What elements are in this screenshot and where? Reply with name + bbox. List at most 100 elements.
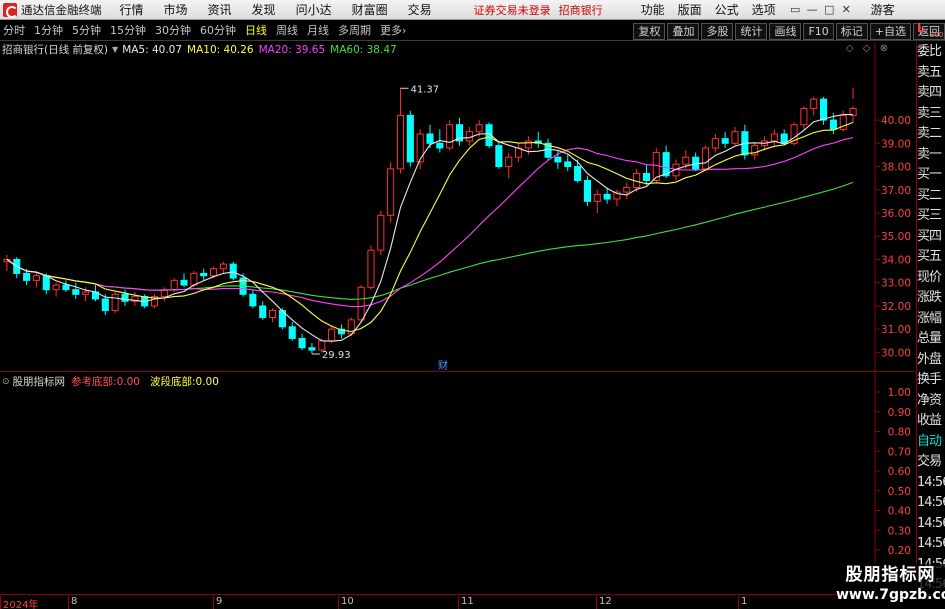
side-item: 涨跌 <box>917 290 942 305</box>
level-badge[interactable]: L 300 <box>917 21 945 41</box>
candle-body-down <box>121 293 129 302</box>
diamond-icon[interactable]: ◇ <box>863 43 871 54</box>
chevron-down-icon[interactable]: ▼ <box>112 45 118 54</box>
indicator-name: 股朋指标网 <box>12 376 66 388</box>
candle-body-down <box>721 138 729 144</box>
candle-body-down <box>200 272 208 277</box>
minimize-icon[interactable]: — <box>806 3 819 16</box>
menu-ask[interactable]: 问小达 <box>296 1 332 18</box>
side-item[interactable]: 自动 <box>917 432 945 453</box>
candle-body-up <box>32 275 40 281</box>
candle-body-down <box>259 305 267 319</box>
close-icon[interactable]: ✕ <box>840 3 853 16</box>
broker-link[interactable]: 招商银行 <box>559 2 603 18</box>
candle-body-down <box>662 152 670 177</box>
f10-button[interactable]: F10 <box>803 22 834 40</box>
price-tick-label: 37.00 <box>881 185 911 197</box>
guest-user[interactable]: 游客 <box>871 1 895 18</box>
menu-news[interactable]: 资讯 <box>208 1 232 18</box>
side-item: 买三 <box>917 208 942 223</box>
side-item[interactable]: 交易 <box>917 452 945 473</box>
period-1min[interactable]: 1分钟 <box>31 23 66 39</box>
indicator-chart[interactable]: 1.00 0.90 0.80 0.70 0.60 0.50 0.40 0.30 0.20 <box>0 372 915 594</box>
period-60min[interactable]: 60分钟 <box>197 23 239 39</box>
period-monthly[interactable]: 月线 <box>304 23 332 39</box>
ma20-label: MA20: 39.65 <box>258 43 326 56</box>
multi-stock-button[interactable]: 多股 <box>701 22 734 40</box>
panel-controls: ◇ ◇ ⊗ <box>840 43 888 54</box>
ma5-label: MA5: 40.07 <box>122 43 183 56</box>
side-item: 卖三 <box>917 105 942 121</box>
chevron-right-icon: › <box>402 23 407 37</box>
menu-market[interactable]: 市场 <box>164 1 188 18</box>
candle-body-up <box>52 284 60 291</box>
period-intraday[interactable]: 分时 <box>0 23 28 39</box>
side-item: 换手 <box>917 372 942 387</box>
menu-options[interactable]: 选项 <box>752 1 776 18</box>
side-item: 净资 <box>917 392 942 408</box>
quote-side-panel: 委比 卖五 卖四 卖三 卖二 卖一 买一 买二 买三 买四 买五 现价 涨跌 涨幅 总量 外盘 换手 净资 收益 自动… <box>916 42 945 594</box>
add-watchlist-button[interactable]: +自选 <box>869 22 911 40</box>
candle-body-up <box>623 186 631 193</box>
candle-body-up <box>209 268 218 277</box>
indicator-tick-label: 0.30 <box>888 525 911 537</box>
menu-wealth[interactable]: 财富圈 <box>352 1 388 18</box>
wave-bottom-value: 0.00 <box>195 375 219 388</box>
candle-body-up <box>111 293 119 312</box>
period-daily[interactable]: 日线 <box>242 23 270 39</box>
candle-body-up <box>770 133 778 142</box>
period-weekly[interactable]: 周线 <box>273 23 301 39</box>
side-item: 14:56 <box>917 474 945 490</box>
candle-body-down <box>62 284 70 291</box>
kline-panel[interactable]: 40.00 39.00 38.00 37.00 36.00 35.00 34.00 33.00… <box>0 42 915 372</box>
menu-function[interactable]: 功能 <box>641 1 665 18</box>
candle-body-up <box>475 124 483 133</box>
period-multi[interactable]: 多周期 <box>335 23 374 39</box>
candle-body-up <box>800 107 808 126</box>
mark-button[interactable]: 标记 <box>835 22 868 40</box>
stats-button[interactable]: 统计 <box>735 22 768 40</box>
adjust-button[interactable]: 复权 <box>633 22 666 40</box>
menu-discover[interactable]: 发现 <box>252 1 276 18</box>
period-5min[interactable]: 5分钟 <box>69 23 104 39</box>
candle-body-up <box>190 272 198 286</box>
indicator-panel[interactable]: 1.00 0.90 0.80 0.70 0.60 0.50 0.40 0.30 0.20 ⊙ 股… <box>0 372 915 594</box>
close-circle-icon[interactable]: ⊗ <box>880 43 888 54</box>
menu-formula[interactable]: 公式 <box>715 1 739 18</box>
diamond-icon[interactable]: ◇ <box>846 43 854 54</box>
period-15min[interactable]: 15分钟 <box>107 23 149 39</box>
finance-event-marker[interactable]: 财 <box>438 359 448 372</box>
candle-body-down <box>406 114 414 163</box>
menu-trade[interactable]: 交易 <box>408 1 432 18</box>
candle-body-down <box>820 98 828 121</box>
indicator-tick-label: 0.20 <box>888 545 911 557</box>
date-axis: 2024年 8 9 10 11 12 1 <box>0 594 945 609</box>
restore-icon[interactable]: ▭ <box>789 3 802 16</box>
kline-chart[interactable]: 40.00 39.00 38.00 37.00 36.00 35.00 34.00 33.00… <box>0 42 915 372</box>
candle-body-up <box>219 263 227 270</box>
overlay-button[interactable]: 叠加 <box>667 22 700 40</box>
indicator-tick-label: 0.90 <box>888 407 911 419</box>
candle-body-up <box>357 286 365 321</box>
candle-body-down <box>564 161 572 168</box>
menu-quotes[interactable]: 行情 <box>120 1 144 18</box>
ref-bottom-value: 0.00 <box>116 375 140 388</box>
side-item: 卖二 <box>917 126 942 141</box>
side-item: 买一 <box>917 167 942 182</box>
candle-body-up <box>377 214 385 251</box>
period-more[interactable]: 更多› <box>377 23 409 39</box>
period-toolbar: 分时 1分钟 5分钟 15分钟 30分钟 60分钟 日线 周线 月线 多周期 更… <box>0 21 945 41</box>
candle-body-down <box>180 279 188 286</box>
candle-body-up <box>701 147 710 170</box>
candle-body-up <box>82 291 90 295</box>
side-item: 14:56 <box>917 495 945 510</box>
maximize-icon[interactable]: □ <box>823 3 836 16</box>
login-notice[interactable]: 证券交易未登录 <box>474 2 551 18</box>
candle-body-up <box>751 145 759 156</box>
app-title: 通达信金融终端 <box>21 2 102 17</box>
menu-layout[interactable]: 版面 <box>678 1 702 18</box>
chevron-down-icon[interactable]: ⊙ <box>2 377 10 387</box>
period-30min[interactable]: 30分钟 <box>152 23 194 39</box>
draw-line-button[interactable]: 画线 <box>769 22 802 40</box>
price-tick-label: 38.00 <box>881 162 911 174</box>
